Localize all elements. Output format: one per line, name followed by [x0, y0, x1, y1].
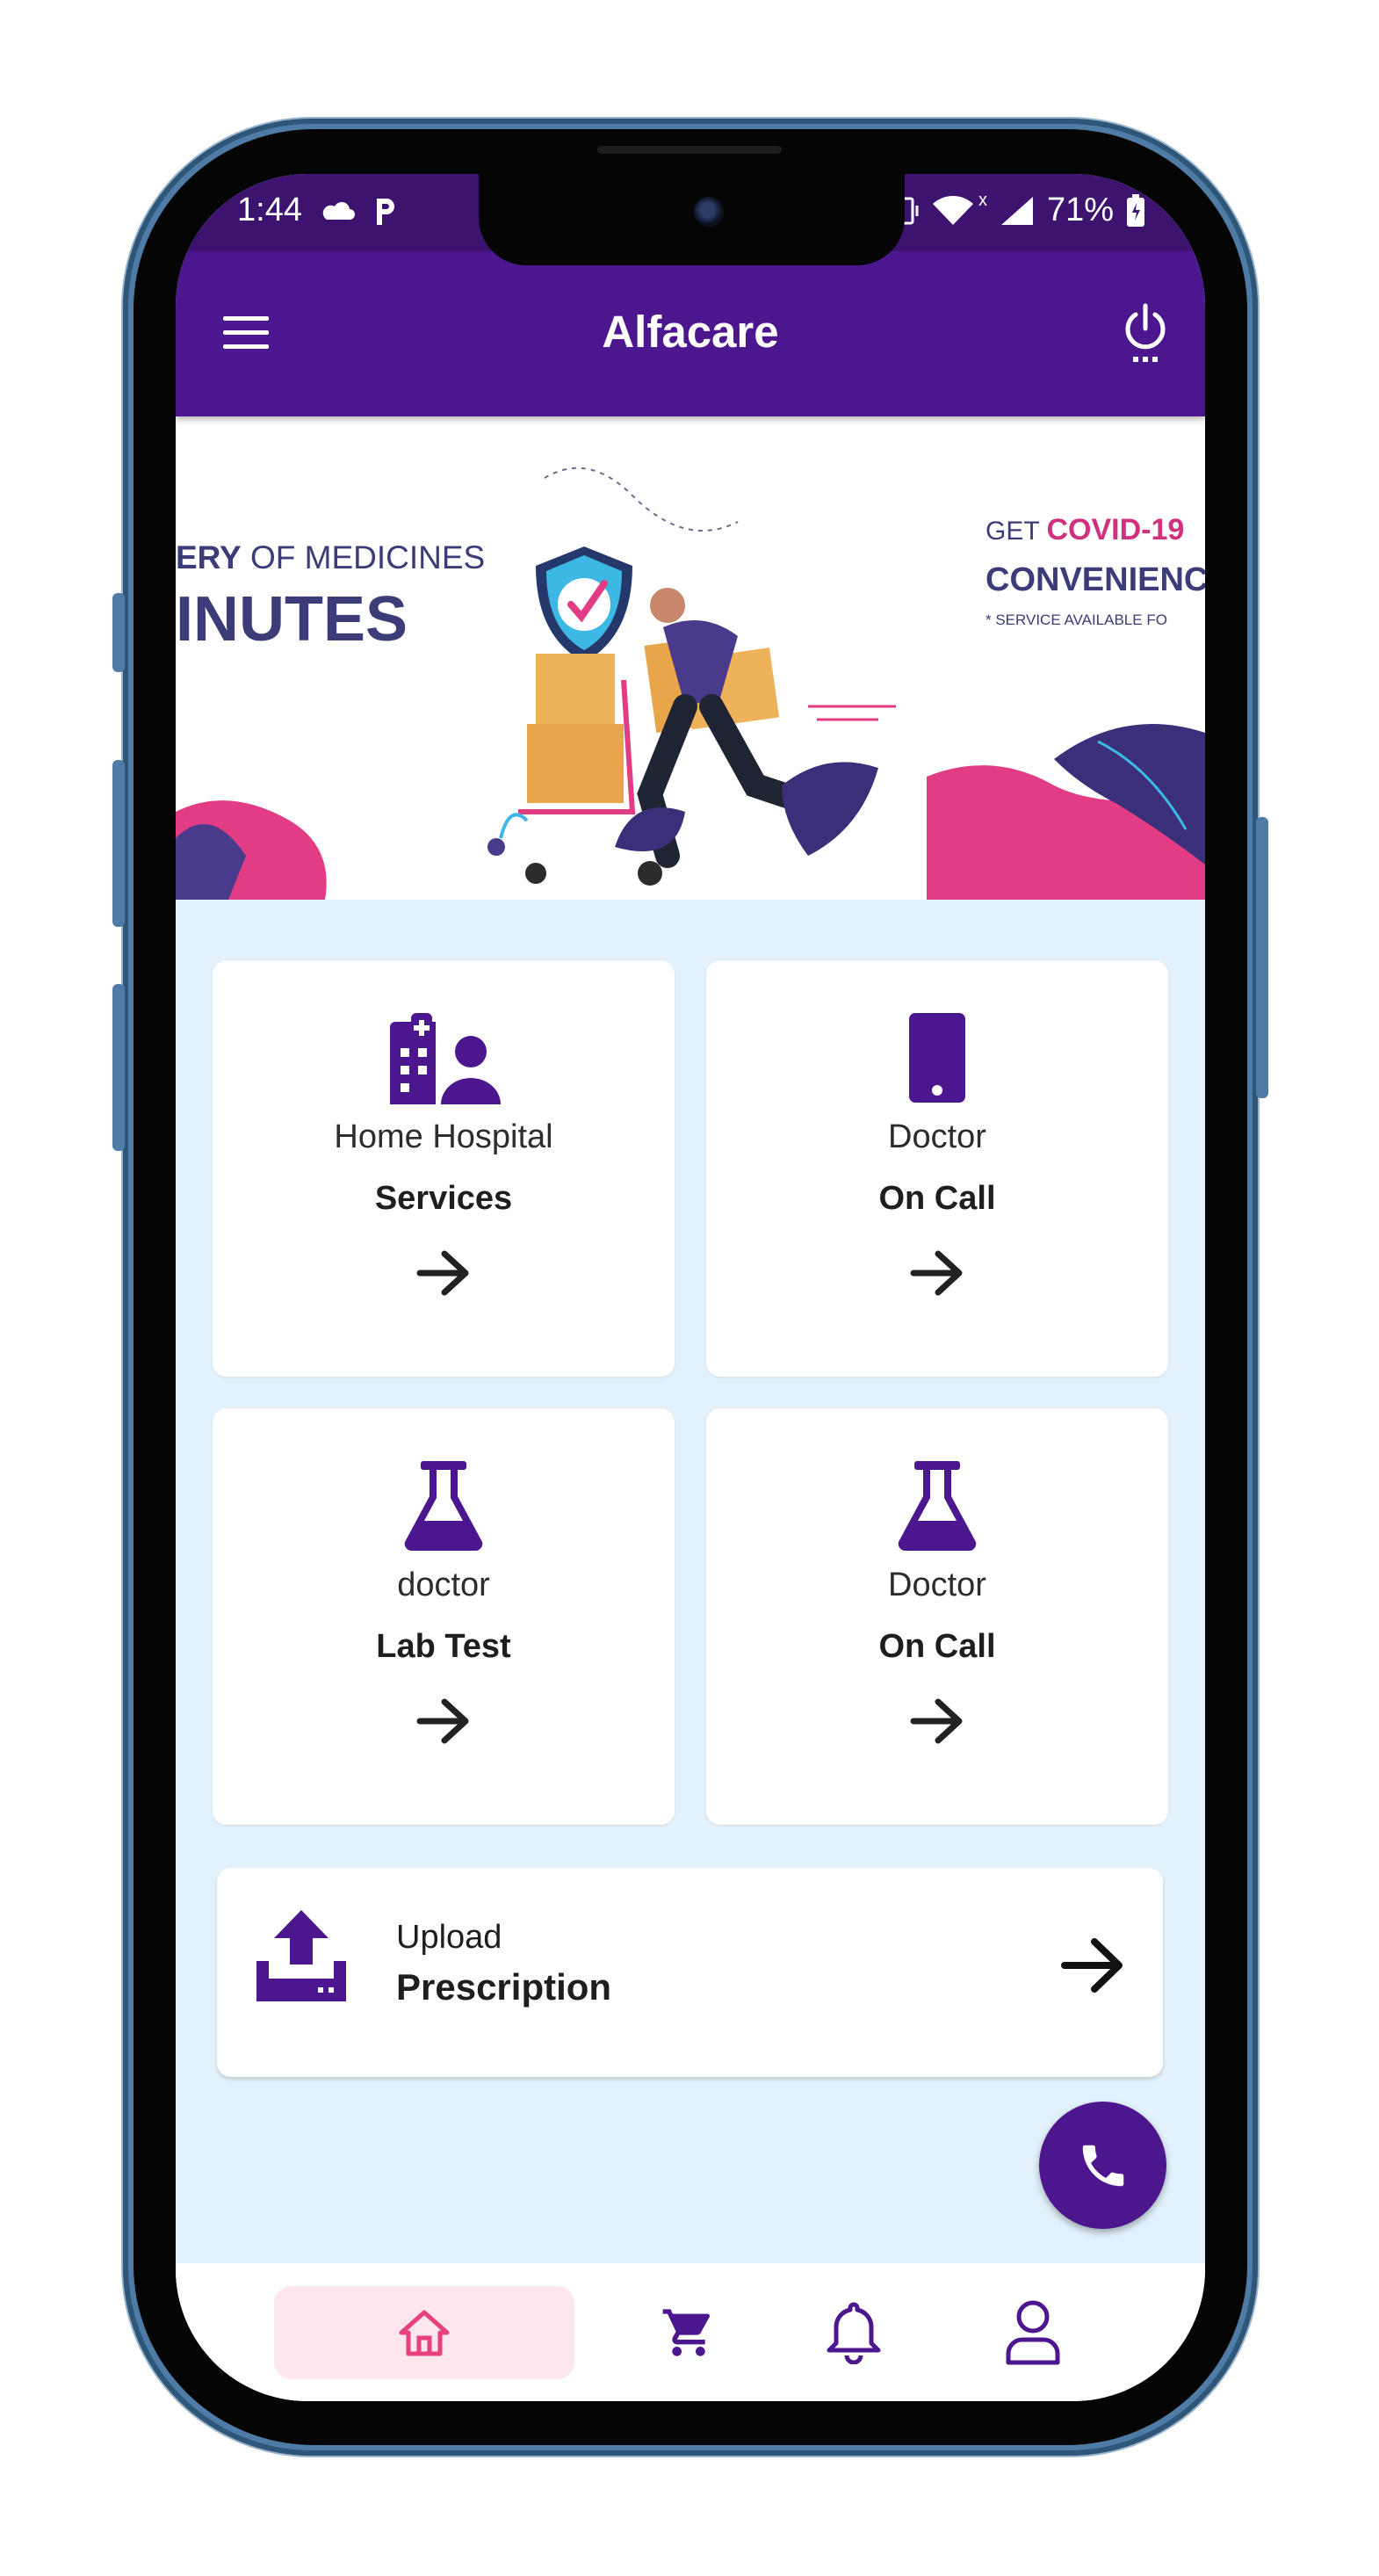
nav-notifications[interactable] — [801, 2286, 906, 2379]
promo-banner[interactable]: ERY OF MEDICINES INUTES GET COVID-19 CON… — [176, 416, 1205, 900]
smartphone-icon — [909, 1013, 965, 1103]
flask-icon — [404, 1461, 483, 1551]
banner-right-line2: CONVENIENC — [986, 561, 1205, 598]
arrow-right-icon — [910, 1250, 963, 1296]
card-line2: Lab Test — [376, 1628, 511, 1665]
upload-line2: Prescription — [396, 1966, 612, 2008]
banner-left-line2: INUTES — [176, 584, 408, 655]
card-home-hospital-services[interactable]: Home Hospital Services — [213, 960, 675, 1377]
network-badge: x — [978, 191, 987, 210]
card-line1: Doctor — [888, 1567, 986, 1603]
power-button — [1256, 817, 1268, 1098]
nav-cart[interactable] — [636, 2286, 741, 2379]
card-line2: Services — [374, 1180, 513, 1217]
arrow-right-icon — [416, 1698, 469, 1744]
upload-prescription-card[interactable]: Upload Prescription — [217, 1868, 1163, 2077]
arrow-right-icon — [1061, 1938, 1123, 1993]
card-line2: On Call — [878, 1180, 996, 1217]
volume-down-button — [112, 984, 125, 1151]
card-line1: doctor — [397, 1567, 490, 1603]
arrow-right-icon — [910, 1698, 963, 1744]
cart-icon — [662, 2309, 710, 2356]
hospital-user-icon — [390, 1013, 501, 1104]
banner-right-line3: * SERVICE AVAILABLE FO — [986, 611, 1167, 628]
nav-profile[interactable] — [980, 2286, 1086, 2379]
battery-icon — [1127, 193, 1144, 227]
power-icon[interactable] — [1121, 302, 1170, 365]
home-icon — [399, 2310, 450, 2356]
parking-icon — [376, 198, 394, 225]
flask-icon — [898, 1461, 977, 1551]
banner-right-line1: GET COVID-19 — [986, 513, 1185, 546]
earpiece-speaker — [597, 146, 782, 154]
front-camera — [694, 197, 724, 227]
app-bar: Alfacare — [176, 251, 1205, 416]
card-line2: On Call — [878, 1628, 996, 1665]
signal-icon — [1000, 196, 1033, 225]
upload-line1: Upload — [396, 1919, 502, 1956]
profile-icon — [1006, 2300, 1060, 2365]
call-fab-button[interactable] — [1039, 2102, 1166, 2229]
card-doctor-on-call-2[interactable]: Doctor On Call — [706, 1408, 1168, 1825]
phone-icon — [1082, 2145, 1123, 2186]
banner-illustration — [176, 467, 1205, 900]
volume-up-button — [112, 760, 125, 927]
bell-icon — [827, 2302, 881, 2364]
upload-tray-icon — [256, 1910, 346, 2001]
nav-home[interactable] — [274, 2286, 574, 2379]
screen: 1:44 x 71% Alfacare ERY OF MEDICINES INU… — [176, 174, 1205, 2401]
wifi-icon — [932, 195, 973, 225]
card-line1: Home Hospital — [334, 1118, 553, 1155]
cloud-icon — [322, 201, 355, 220]
app-title: Alfacare — [602, 307, 779, 357]
mute-switch — [112, 593, 125, 672]
status-time: 1:44 — [237, 192, 302, 228]
card-lab-test[interactable]: doctor Lab Test — [213, 1408, 675, 1825]
arrow-right-icon — [416, 1250, 469, 1296]
battery-percent: 71% — [1046, 192, 1114, 228]
bottom-navigation — [176, 2263, 1205, 2401]
card-doctor-on-call[interactable]: Doctor On Call — [706, 960, 1168, 1377]
notch — [479, 174, 905, 265]
banner-left-line1: ERY OF MEDICINES — [176, 539, 486, 575]
card-line1: Doctor — [888, 1118, 986, 1155]
